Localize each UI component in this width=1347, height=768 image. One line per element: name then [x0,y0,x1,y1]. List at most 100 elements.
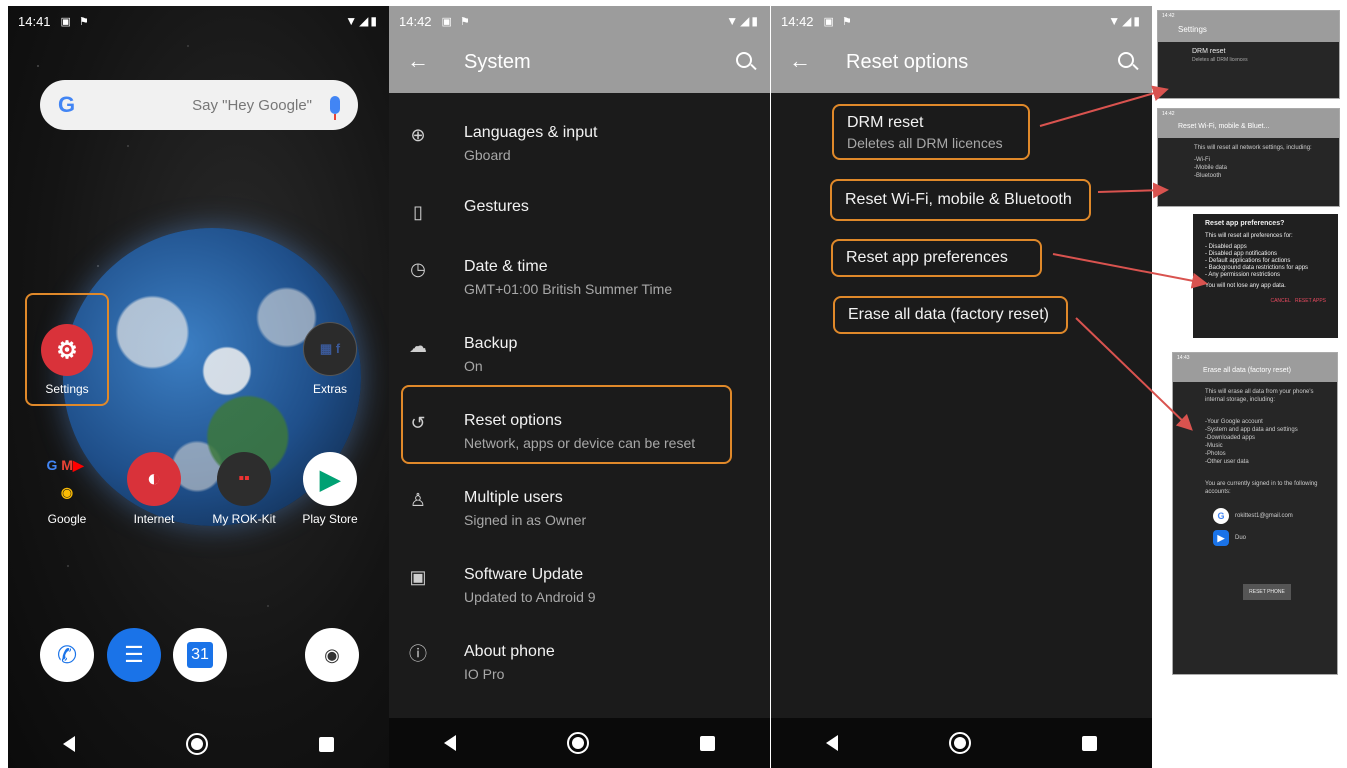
signal-battery-icons: ▼◢▮ [345,14,379,28]
thumb-line: -Photos [1205,451,1226,457]
search-icon[interactable] [736,52,752,68]
recents-nav-icon[interactable] [1081,735,1097,751]
thumb-toolbar: 14:43 Erase all data (factory reset) [1173,353,1337,382]
cancel-button[interactable]: CANCEL [1270,298,1290,304]
status-time: 14:42 [399,13,432,29]
reset-item-app-preferences[interactable]: Reset app preferences [831,239,1042,277]
recents-nav-icon[interactable] [699,735,715,751]
messages-icon: ☰ [107,628,161,682]
item-label: Date & time [464,258,548,275]
flag-icon: ⚑ [841,15,852,28]
thumb-line: -Other user data [1205,459,1249,465]
settings-item-software-update[interactable]: ▣ Software Update Updated to Android 9 [389,548,770,620]
dock-messages[interactable]: ☰ [107,628,161,682]
navigation-bar [389,718,770,768]
home-screen: 14:41 ▣ ⚑ ▼◢▮ G Say "Hey Google" ⚙ Setti… [8,6,389,768]
item-sub: GMT+01:00 British Summer Time [464,281,673,297]
reset-item-drm[interactable]: DRM reset Deletes all DRM licences [832,104,1030,160]
search-icon[interactable] [1118,52,1134,68]
home-nav-icon[interactable] [948,732,971,754]
home-nav-icon[interactable] [185,733,208,755]
settings-item-date-time[interactable]: ◷ Date & time GMT+01:00 British Summer T… [389,240,770,312]
dialog-title: Reset app preferences? [1205,220,1285,227]
app-label: My ROK-Kit [212,512,276,526]
reset-phone-button[interactable]: RESET PHONE [1243,584,1291,600]
dialog-line: - Disabled app notifications [1205,251,1278,257]
info-icon: ⓘ [409,644,427,664]
settings-item-reset-options[interactable]: ↺ Reset options Network, apps or device … [389,394,770,466]
thumb-status-time: 14:43 [1177,355,1190,361]
status-time: 14:42 [781,13,814,29]
thumb-reset-app-prefs-dialog: Reset app preferences? This will reset a… [1193,214,1338,338]
dialog-line: - Background data restrictions for apps [1205,265,1309,271]
back-nav-icon[interactable] [63,736,76,752]
thumb-line: -Wi-Fi [1194,157,1210,163]
app-label: Settings [45,382,89,396]
back-arrow-icon[interactable]: ← [407,48,429,74]
settings-item-languages[interactable]: ⊕ Languages & input Gboard [389,106,770,178]
thumb-reset-wifi: 14:42 Reset Wi-Fi, mobile & Bluet... Thi… [1157,108,1340,207]
back-arrow-icon[interactable]: ← [789,48,811,74]
reset-item-factory-reset[interactable]: Erase all data (factory reset) [833,296,1068,334]
thumb-title: Reset Wi-Fi, mobile & Bluet... [1178,123,1270,130]
status-bar: 14:41 ▣ ⚑ ▼◢▮ [8,6,389,36]
navigation-bar [8,720,389,768]
page-title: Reset options [846,51,969,73]
app-google[interactable]: G M ▶ ◉ Google [27,452,107,527]
item-sub: Updated to Android 9 [464,589,596,605]
thumb-line: -Your Google account [1205,419,1263,425]
settings-item-multiple-users[interactable]: ♙ Multiple users Signed in as Owner [389,471,770,543]
reset-apps-button[interactable]: RESET APPS [1295,298,1326,304]
settings-gear-icon: ⚙ [41,324,93,376]
settings-item-backup[interactable]: ☁ Backup On [389,317,770,389]
history-icon: ↺ [410,413,426,433]
thumb-factory-reset: 14:43 Erase all data (factory reset) Thi… [1172,352,1338,675]
thumb-toolbar: 14:42 Settings [1158,11,1339,42]
page-title: System [464,51,531,73]
search-placeholder: Say "Hey Google" [192,96,312,114]
back-nav-icon[interactable] [444,735,457,751]
settings-item-about-phone[interactable]: ⓘ About phone IO Pro [389,625,770,697]
dock-camera[interactable]: ◉ [305,628,359,682]
app-my-rok-kit[interactable]: ▪▪ My ROK-Kit [204,452,284,526]
item-sub: Signed in as Owner [464,512,587,528]
dialog-line: - Disabled apps [1205,244,1247,250]
navigation-bar [771,718,1152,768]
app-play-store[interactable]: ▶ Play Store [290,452,370,526]
app-label: Internet [133,512,175,526]
dock-phone[interactable]: ✆ [40,628,94,682]
back-nav-icon[interactable] [826,735,839,751]
dialog-note: You will not lose any app data. [1205,283,1286,289]
item-label: Gestures [464,198,529,215]
extras-folder-icon: ▦ f [303,322,357,376]
thumb-status-time: 14:42 [1162,111,1175,117]
app-settings[interactable]: ⚙ Settings [27,324,107,396]
app-label: Extras [312,382,347,396]
home-nav-icon[interactable] [566,732,589,754]
dialog-intro: This will reset all preferences for: [1205,233,1293,239]
item-label: DRM reset [847,113,924,131]
google-account-icon: G [1213,508,1229,524]
account-google: G rokittest1@gmail.com [1213,508,1329,524]
calendar-icon: 31 [173,628,227,682]
thumb-intro: This will erase all data from your phone… [1205,389,1314,403]
app-extras[interactable]: ▦ f Extras [290,322,370,396]
clock-icon: ◷ [410,259,426,279]
item-label: Reset options [464,412,562,429]
app-internet[interactable]: ◐ Internet [114,452,194,526]
reset-item-wifi-mobile-bluetooth[interactable]: Reset Wi-Fi, mobile & Bluetooth [830,179,1091,221]
recents-nav-icon[interactable] [318,736,334,752]
play-store-icon: ▶ [303,452,357,506]
dialog-line: - Default applications for actions [1205,258,1291,264]
mic-icon[interactable] [330,96,340,120]
item-label: About phone [464,643,555,660]
thumb-accounts-intro: You are currently signed in to the follo… [1205,481,1318,495]
account-name: Duo [1235,535,1247,541]
dock-calendar[interactable]: 31 [173,628,227,682]
globe-icon: ⊕ [410,125,426,145]
google-search-bar[interactable]: G Say "Hey Google" [40,80,358,130]
thumb-sub: Deletes all DRM licences [1192,57,1248,63]
system-update-icon: ▣ [409,567,427,587]
reset-options-screen: 14:42 ▣ ⚑ ▼◢▮ ← Reset options DRM reset … [771,6,1152,768]
composite-screenshot: 14:41 ▣ ⚑ ▼◢▮ G Say "Hey Google" ⚙ Setti… [0,0,1347,768]
